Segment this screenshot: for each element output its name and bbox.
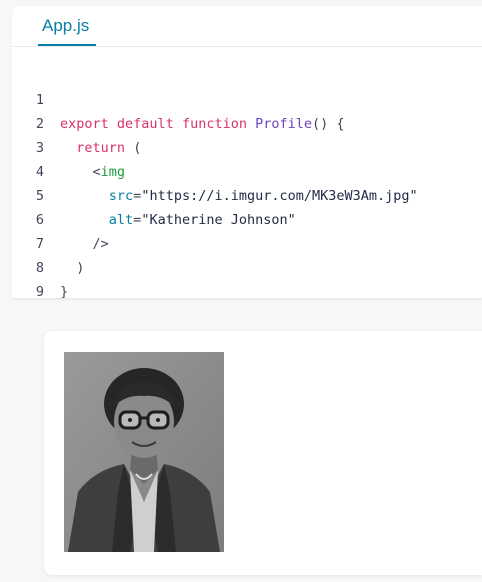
tab-bar: App.js [12,6,482,47]
editor-preview-divider [12,298,482,299]
code-line: 3 <img [12,112,482,180]
tab-app-js[interactable]: App.js [38,6,93,46]
code-editor: App.js 1 export default function Profile… [12,6,482,300]
code-line: 9 [12,256,482,300]
line-number: 9 [35,284,44,300]
code-area[interactable]: 1 export default function Profile() { 2 … [12,64,482,300]
preview-panel [44,331,482,575]
portrait-illustration [64,352,224,552]
code-line: 7 ) [12,208,482,276]
code-line: 6 /> [12,184,482,252]
code-line: 2 return ( [12,88,482,156]
sandbox-container: App.js 1 export default function Profile… [0,0,482,582]
active-tab-indicator [38,44,96,46]
profile-photo [64,352,224,552]
code-line: 5 alt="Katherine Johnson" [12,160,482,228]
code-line: 8 } [12,232,482,300]
code-line: 1 export default function Profile() { [12,64,482,132]
code-line: 4 src="https://i.imgur.com/MK3eW3Am.jpg" [12,136,482,204]
